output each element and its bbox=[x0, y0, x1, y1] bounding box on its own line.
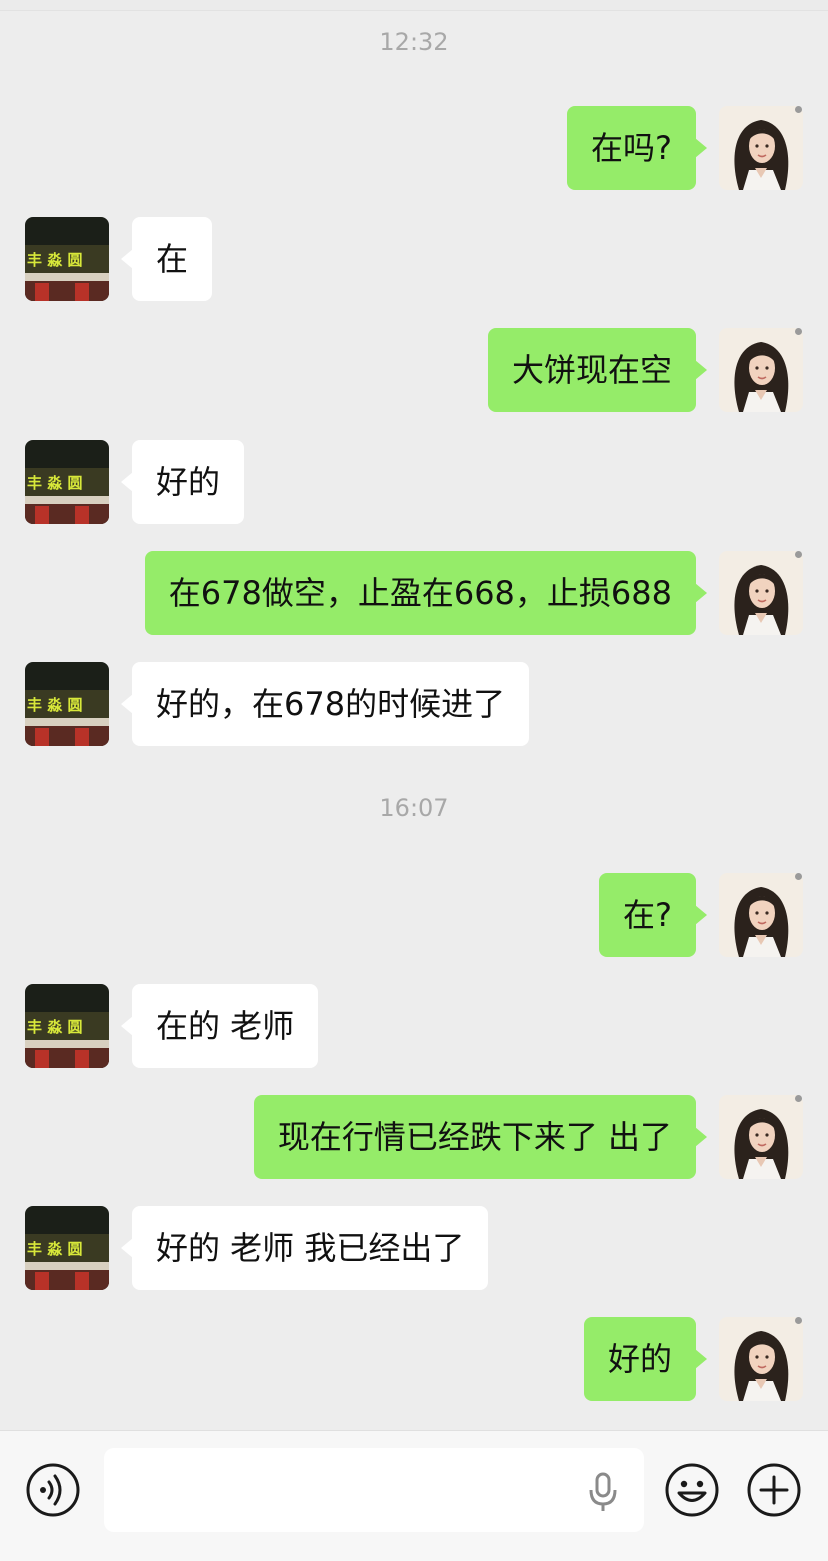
input-bar bbox=[0, 1430, 828, 1561]
svg-text:丰 淼 圆: 丰 淼 圆 bbox=[27, 474, 82, 492]
storefront-avatar-icon: 丰 淼 圆 bbox=[25, 440, 109, 524]
message-bubble-sent[interactable]: 在678做空，止盈在668，止损688 bbox=[144, 551, 708, 635]
message-bubble-sent[interactable]: 现在行情已经跌下来了 出了 bbox=[253, 1095, 708, 1179]
message-bubble-received[interactable]: 好的，在678的时候进了 bbox=[120, 662, 530, 746]
storefront-avatar-icon: 丰 淼 圆 bbox=[25, 662, 109, 746]
woman-avatar-icon bbox=[719, 328, 803, 412]
message-bubble-sent[interactable]: 在? bbox=[599, 873, 707, 957]
emoji-button[interactable] bbox=[664, 1462, 720, 1522]
voice-mode-icon bbox=[26, 1463, 80, 1517]
self-avatar[interactable] bbox=[719, 106, 803, 190]
message-input[interactable] bbox=[104, 1448, 644, 1532]
self-avatar[interactable] bbox=[719, 1317, 803, 1401]
self-avatar[interactable] bbox=[719, 1095, 803, 1179]
woman-avatar-icon bbox=[719, 551, 803, 635]
woman-avatar-icon bbox=[719, 1317, 803, 1401]
status-dot bbox=[795, 1095, 802, 1102]
self-avatar[interactable] bbox=[719, 873, 803, 957]
timestamp: 16:07 bbox=[379, 794, 449, 822]
contact-avatar[interactable]: 丰 淼 圆 bbox=[25, 217, 109, 301]
contact-avatar[interactable]: 丰 淼 圆 bbox=[25, 1206, 109, 1290]
plus-button[interactable] bbox=[746, 1462, 802, 1522]
woman-avatar-icon bbox=[719, 873, 803, 957]
microphone-icon bbox=[589, 1472, 617, 1511]
message-bubble-received[interactable]: 在的 老师 bbox=[120, 984, 319, 1068]
status-dot bbox=[795, 106, 802, 113]
contact-avatar[interactable]: 丰 淼 圆 bbox=[25, 662, 109, 746]
self-avatar[interactable] bbox=[719, 328, 803, 412]
timestamp: 12:32 bbox=[379, 28, 449, 56]
message-bubble-received[interactable]: 好的 bbox=[120, 440, 245, 524]
voice-mode-button[interactable] bbox=[25, 1462, 81, 1522]
woman-avatar-icon bbox=[719, 106, 803, 190]
svg-text:丰 淼 圆: 丰 淼 圆 bbox=[27, 251, 82, 269]
status-dot bbox=[795, 328, 802, 335]
contact-avatar[interactable]: 丰 淼 圆 bbox=[25, 984, 109, 1068]
microphone-button[interactable] bbox=[588, 1472, 618, 1516]
storefront-avatar-icon: 丰 淼 圆 bbox=[25, 1206, 109, 1290]
chat-area[interactable]: 12:32 在吗? 丰 淼 圆 在 大饼现在空 丰 淼 圆 好的 在678做空，… bbox=[0, 0, 828, 1430]
emoji-icon bbox=[665, 1463, 719, 1517]
contact-avatar[interactable]: 丰 淼 圆 bbox=[25, 440, 109, 524]
svg-text:丰 淼 圆: 丰 淼 圆 bbox=[27, 1240, 82, 1258]
storefront-avatar-icon: 丰 淼 圆 bbox=[25, 984, 109, 1068]
message-bubble-sent[interactable]: 在吗? bbox=[567, 106, 707, 190]
self-avatar[interactable] bbox=[719, 551, 803, 635]
status-dot bbox=[795, 1317, 802, 1324]
message-bubble-received[interactable]: 在 bbox=[120, 217, 213, 301]
status-dot bbox=[795, 551, 802, 558]
message-bubble-received[interactable]: 好的 老师 我已经出了 bbox=[120, 1206, 489, 1290]
woman-avatar-icon bbox=[719, 1095, 803, 1179]
plus-icon bbox=[747, 1463, 801, 1517]
status-dot bbox=[795, 873, 802, 880]
message-bubble-sent[interactable]: 大饼现在空 bbox=[487, 328, 708, 412]
svg-text:丰 淼 圆: 丰 淼 圆 bbox=[27, 696, 82, 714]
message-bubble-sent[interactable]: 好的 bbox=[583, 1317, 708, 1401]
svg-text:丰 淼 圆: 丰 淼 圆 bbox=[27, 1018, 82, 1036]
storefront-avatar-icon: 丰 淼 圆 bbox=[25, 217, 109, 301]
